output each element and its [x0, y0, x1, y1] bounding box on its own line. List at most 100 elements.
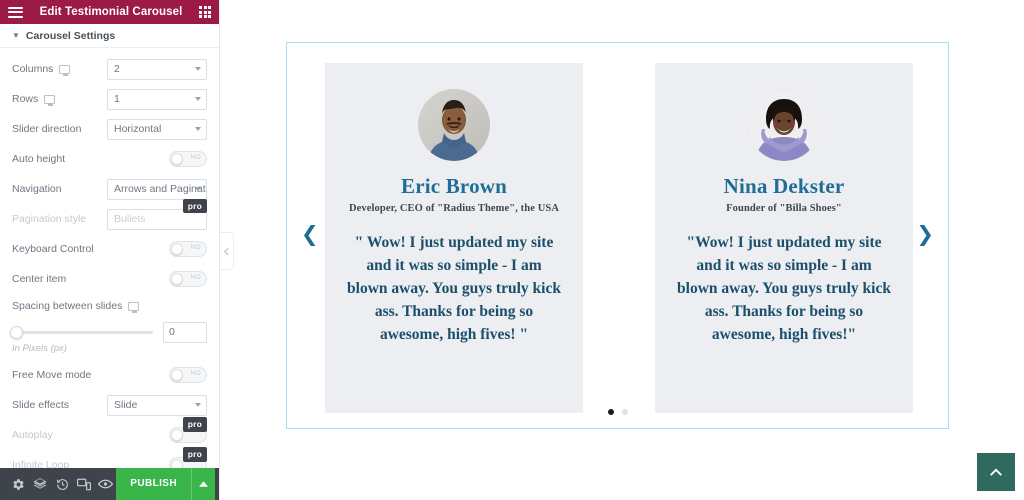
control-field: pro [107, 417, 207, 443]
control-field: 2 [107, 58, 207, 80]
center-item-toggle[interactable]: NO [169, 271, 207, 287]
testimonial-carousel-widget[interactable]: Eric Brown Developer, CEO of "Radius The… [286, 42, 949, 429]
preview-eye-icon[interactable] [95, 468, 117, 500]
avatar [418, 89, 490, 161]
publish-options-chevron-up-icon[interactable] [191, 468, 215, 500]
editor-bottom-toolbar: PUBLISH [0, 468, 219, 500]
testimonial-card[interactable]: Nina Dekster Founder of "Billa Shoes" "W… [655, 63, 913, 413]
control-pagination-style: Pagination style Bullets pro [12, 198, 207, 234]
control-navigation: Navigation Arrows and Paginatio [12, 174, 207, 204]
control-spacing-label-row: Spacing between slides [12, 294, 207, 318]
avatar [748, 89, 820, 161]
editor-canvas: Eric Brown Developer, CEO of "Radius The… [220, 0, 1024, 500]
toggle-state-label: NO [190, 154, 201, 161]
control-label-text: Slider direction [12, 123, 82, 135]
control-label: Keyboard Control [12, 243, 107, 255]
control-field: Arrows and Paginatio [107, 178, 207, 200]
control-label: Columns [12, 63, 107, 76]
control-infinite-loop: Infinite Loop pro [12, 447, 207, 468]
rows-select-value: 1 [107, 88, 207, 110]
testimonial-text: " Wow! I just updated my site and it was… [347, 234, 561, 343]
control-autoplay: Autoplay pro [12, 417, 207, 450]
toggle-state-label: NO [190, 370, 201, 377]
control-label-text: Pagination style [12, 213, 87, 225]
control-columns: Columns 2 [12, 54, 207, 84]
control-label-text: Infinite Loop [12, 459, 70, 468]
toggle-knob [171, 459, 183, 468]
desktop-monitor-icon[interactable] [128, 301, 140, 313]
control-label-text: Slide effects [12, 399, 70, 411]
chevron-up-icon [990, 468, 1002, 476]
control-field: Horizontal [107, 118, 207, 140]
testimonial-title: Founder of "Billa Shoes" [726, 203, 842, 215]
woman-purple-hoodie-portrait-image [748, 89, 820, 161]
publish-button[interactable]: PUBLISH [116, 468, 191, 500]
control-center-item: Center item NO [12, 264, 207, 294]
spacing-slider[interactable] [10, 325, 153, 339]
control-label: Pagination style [12, 213, 107, 225]
pro-badge: pro [182, 447, 207, 462]
control-field: NO [107, 241, 207, 257]
controls-list: Columns 2 Rows 1 Slider direction Horizo… [0, 48, 219, 468]
carousel-next-arrow[interactable]: ❯ [916, 223, 934, 245]
history-icon[interactable] [51, 468, 73, 500]
desktop-monitor-icon[interactable] [59, 64, 71, 76]
slider-direction-value: Horizontal [107, 118, 207, 140]
settings-gear-icon[interactable] [8, 468, 30, 500]
carousel-slides: Eric Brown Developer, CEO of "Radius The… [325, 63, 913, 413]
pro-badge: pro [182, 198, 207, 213]
carousel-pagination [287, 409, 948, 415]
panel-collapse-handle[interactable] [220, 232, 234, 270]
hamburger-menu-icon[interactable] [8, 6, 23, 18]
pagination-dot[interactable] [607, 409, 614, 415]
testimonial-text: "Wow! I just updated my site and it was … [677, 234, 891, 343]
editor-sidebar: Edit Testimonial Carousel ▼ Carousel Set… [0, 0, 234, 500]
pagination-dot[interactable] [621, 409, 628, 415]
navigation-value: Arrows and Paginatio [107, 178, 207, 200]
control-label: Spacing between slides [12, 300, 207, 313]
control-label: Autoplay [12, 429, 107, 441]
toggle-knob [171, 369, 183, 381]
control-free-move-mode: Free Move mode NO [12, 360, 207, 390]
rows-select[interactable]: 1 [107, 88, 207, 110]
panel-title: Edit Testimonial Carousel [39, 6, 183, 18]
grid-apps-icon[interactable] [199, 6, 211, 18]
slider-direction-select[interactable]: Horizontal [107, 118, 207, 140]
layers-icon[interactable] [30, 468, 52, 500]
navigation-select[interactable]: Arrows and Paginatio [107, 178, 207, 200]
control-field: Bullets pro [107, 198, 207, 230]
control-label: Center item [12, 273, 107, 285]
columns-select[interactable]: 2 [107, 58, 207, 80]
control-label-text: Keyboard Control [12, 243, 94, 255]
testimonial-name: Eric Brown [400, 174, 508, 198]
section-carousel-settings[interactable]: ▼ Carousel Settings [0, 24, 219, 48]
testimonial-card[interactable]: Eric Brown Developer, CEO of "Radius The… [325, 63, 583, 413]
spacing-value-input[interactable] [163, 321, 207, 343]
control-field: NO [107, 151, 207, 167]
slide-effects-value: Slide [107, 394, 207, 416]
control-label: Free Move mode [12, 369, 107, 381]
free-move-mode-toggle[interactable]: NO [169, 367, 207, 383]
testimonial-name: Nina Dekster [723, 174, 845, 198]
carousel-prev-arrow[interactable]: ❮ [301, 223, 319, 245]
desktop-monitor-icon[interactable] [44, 94, 56, 106]
panel-header: Edit Testimonial Carousel [0, 0, 219, 24]
slide-effects-select[interactable]: Slide [107, 394, 207, 416]
control-field: pro [107, 447, 207, 468]
toggle-knob [171, 243, 183, 255]
control-label-text: Rows [12, 93, 39, 105]
control-rows: Rows 1 [12, 84, 207, 114]
auto-height-toggle[interactable]: NO [169, 151, 207, 167]
keyboard-control-toggle[interactable]: NO [169, 241, 207, 257]
control-field: NO [107, 367, 207, 383]
elementor-editor: Edit Testimonial Carousel ▼ Carousel Set… [0, 0, 1024, 500]
scroll-to-top-button[interactable] [977, 453, 1015, 491]
control-label: Navigation [12, 183, 107, 195]
control-slider-direction: Slider direction Horizontal [12, 114, 207, 144]
slider-thumb[interactable] [10, 325, 23, 339]
control-keyboard-control: Keyboard Control NO [12, 234, 207, 264]
control-label-text: Center item [12, 273, 67, 285]
responsive-mode-icon[interactable] [73, 468, 95, 500]
toggle-state-label: NO [190, 244, 201, 251]
control-slide-effects: Slide effects Slide [12, 390, 207, 420]
